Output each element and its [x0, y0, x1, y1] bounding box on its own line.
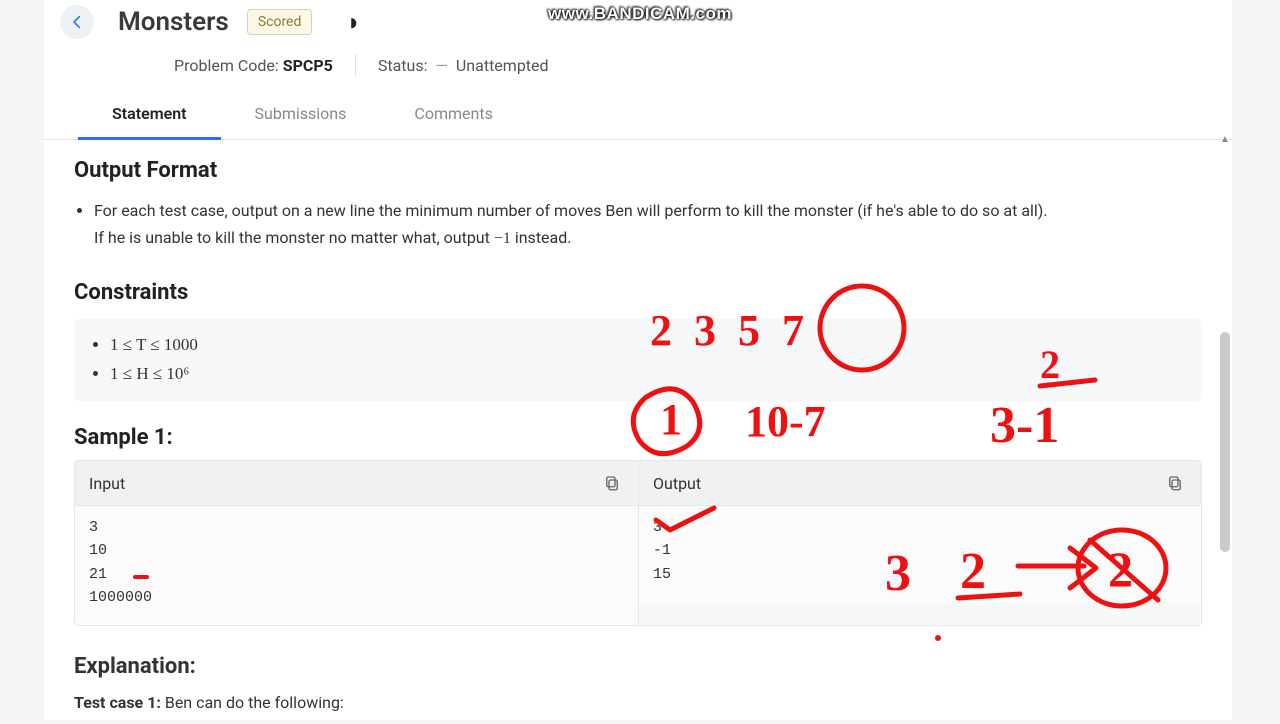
moon-icon: ◗: [346, 8, 361, 36]
theme-toggle[interactable]: ◗: [346, 8, 361, 37]
sample-output-col: Output 3 -1 15: [638, 461, 1201, 625]
sample-input-body: 3 10 21 1000000: [75, 506, 638, 625]
sample-output-label: Output: [653, 474, 701, 493]
neg-one: −1: [494, 230, 511, 247]
output-format-line2b: instead.: [511, 228, 572, 247]
status: Status: — Unattempted: [378, 56, 549, 75]
back-button[interactable]: [60, 5, 94, 39]
constraint-2: 1 ≤ H ≤ 10⁶: [110, 360, 1186, 389]
copy-icon: [603, 474, 621, 492]
copy-icon: [1166, 474, 1184, 492]
output-format-line1: For each test case, output on a new line…: [94, 197, 1202, 224]
subheader: Problem Code: SPCP5 Status: — Unattempte…: [44, 44, 1232, 90]
header: Monsters Scored ◗: [44, 0, 1232, 44]
app-frame: Monsters Scored ◗ Problem Code: SPCP5 St…: [44, 0, 1232, 720]
problem-code-label: Problem Code:: [174, 56, 283, 75]
scroll-track[interactable]: [1218, 132, 1232, 720]
output-format-list: For each test case, output on a new line…: [74, 197, 1202, 224]
output-format-line2: If he is unable to kill the monster no m…: [94, 224, 1202, 252]
anno-underline-21: [133, 575, 149, 579]
sample-title: Sample 1:: [74, 425, 1202, 450]
scrollbar-vertical[interactable]: ▲: [1218, 132, 1232, 720]
tc-num: 1:: [147, 693, 161, 712]
sample-input-label: Input: [89, 474, 125, 493]
constraints-box: 1 ≤ T ≤ 1000 1 ≤ H ≤ 10⁶: [74, 319, 1202, 401]
problem-code-value: SPCP5: [283, 56, 333, 75]
scroll-thumb[interactable]: [1220, 332, 1230, 552]
explanation-heading: Explanation:: [74, 654, 1202, 679]
constraints-heading: Constraints: [74, 280, 1202, 305]
tc-rest: Ben can do the following:: [161, 693, 344, 712]
badge-scored: Scored: [247, 9, 313, 35]
page-title: Monsters: [118, 7, 229, 37]
arrow-left-icon: [68, 13, 86, 31]
status-value: Unattempted: [456, 56, 549, 75]
sample-input-col: Input 3 10 21 1000000: [75, 461, 638, 625]
sample-grid: Input 3 10 21 1000000 Output 3 -1 15: [74, 460, 1202, 626]
testcase-1-line: Test case 1: Ben can do the following:: [74, 693, 1202, 712]
sample-output-body: 3 -1 15: [639, 506, 1201, 602]
content-area[interactable]: Output Format For each test case, output…: [44, 130, 1232, 720]
status-label: Status:: [378, 56, 428, 75]
constraint-1: 1 ≤ T ≤ 1000: [110, 331, 1186, 360]
copy-output-button[interactable]: [1163, 471, 1187, 495]
divider: [355, 54, 356, 76]
problem-code: Problem Code: SPCP5: [174, 56, 333, 75]
output-format-line2a: If he is unable to kill the monster no m…: [94, 228, 494, 247]
status-dash: —: [435, 56, 448, 75]
copy-input-button[interactable]: [600, 471, 624, 495]
output-format-heading: Output Format: [74, 158, 1202, 183]
tc-label: Test case: [74, 693, 147, 712]
